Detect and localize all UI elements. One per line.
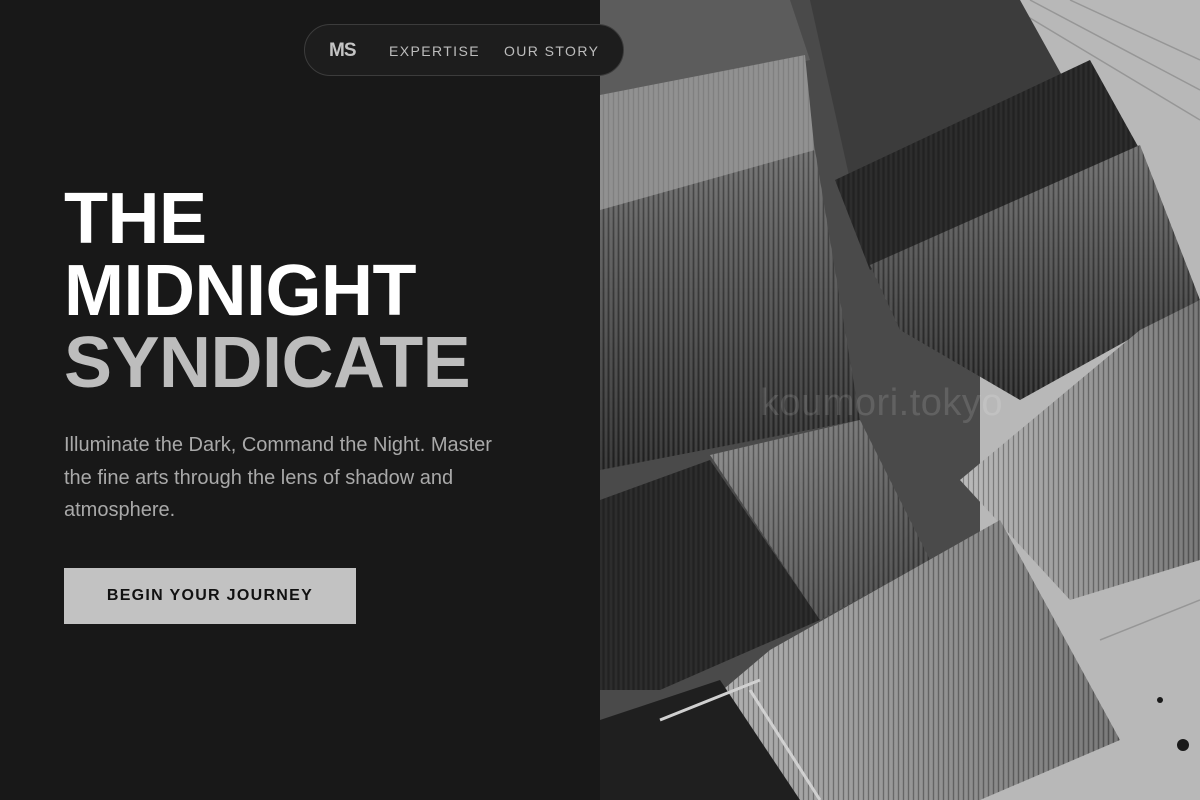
hero-image: koumori.tokyo xyxy=(600,0,1200,800)
image-watermark: koumori.tokyo xyxy=(760,382,1004,424)
nav-link-our-story[interactable]: OUR STORY xyxy=(504,25,599,77)
landing-page: THE MIDNIGHT SYNDICATE Illuminate the Da… xyxy=(0,0,1200,800)
hero-title-line-1: THE xyxy=(64,179,207,259)
hero-section: THE MIDNIGHT SYNDICATE Illuminate the Da… xyxy=(64,183,544,624)
begin-journey-button[interactable]: BEGIN YOUR JOURNEY xyxy=(64,567,356,624)
top-nav: MS EXPERTISE OUR STORY xyxy=(304,24,624,76)
hero-title: THE MIDNIGHT SYNDICATE xyxy=(64,183,544,399)
hero-title-line-3: SYNDICATE xyxy=(64,323,471,403)
hero-subtitle: Illuminate the Dark, Command the Night. … xyxy=(64,434,492,521)
hero-title-line-2: MIDNIGHT xyxy=(64,251,416,331)
nav-link-expertise[interactable]: EXPERTISE xyxy=(389,25,480,77)
logo[interactable]: MS xyxy=(329,25,356,77)
